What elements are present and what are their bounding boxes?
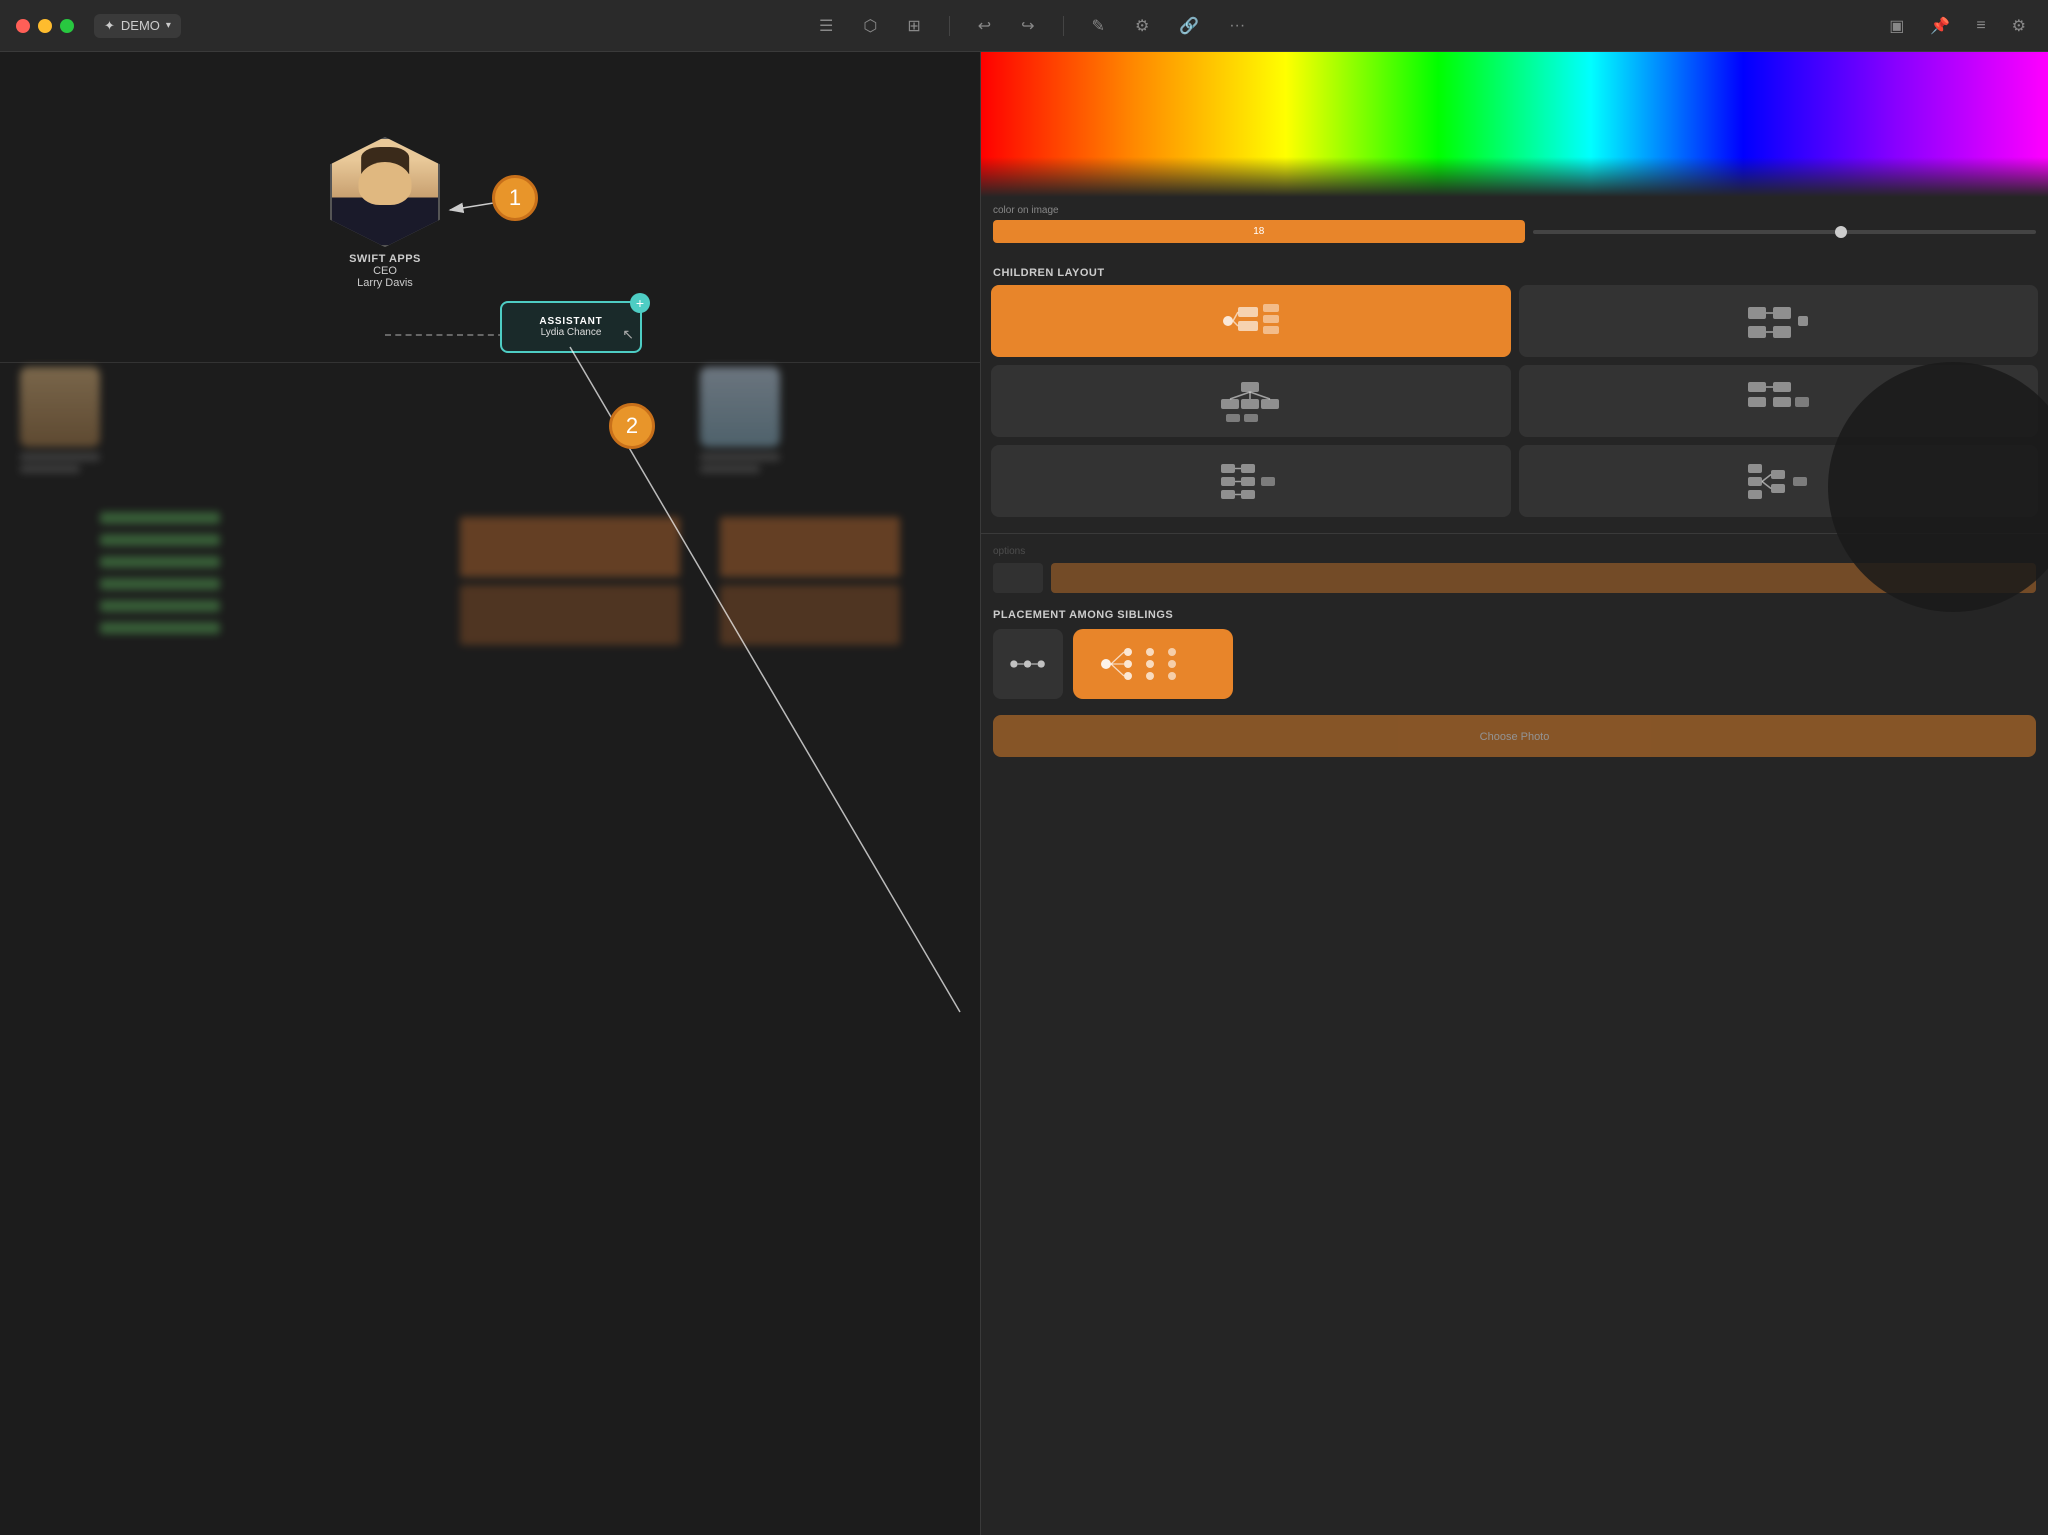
layout-3-icon (1216, 379, 1286, 424)
columns-icon[interactable]: ⊞ (901, 10, 926, 42)
placement-title: PLACEMENT AMONG SIBLINGS (993, 609, 2036, 621)
step-badge-2: 2 (609, 403, 655, 449)
edit-icon[interactable]: ✎ (1086, 10, 1111, 42)
list-icon[interactable]: ☰ (813, 10, 839, 42)
hierarchy-icon[interactable]: ⬡ (857, 10, 883, 42)
children-layout-title: CHILDREN LAYOUT (981, 259, 2048, 285)
ceo-portrait (332, 139, 438, 245)
rp-controls: color on image 18 (981, 197, 2048, 259)
undo-icon[interactable]: ↩ (972, 10, 997, 42)
sidebar-toggle-icon[interactable]: ▣ (1883, 10, 1910, 42)
cursor-icon: ↖ (622, 326, 634, 343)
layout-4-icon (1743, 379, 1813, 424)
rp-color-row: 18 (993, 220, 2036, 243)
bottom-orange-btn[interactable]: Choose Photo (993, 715, 2036, 757)
choose-photo-label: Choose Photo (1480, 731, 1550, 743)
layout-2-icon (1743, 299, 1813, 344)
assistant-node[interactable]: + ASSISTANT Lydia Chance ↖ (500, 301, 642, 353)
minimize-button[interactable] (38, 19, 52, 33)
blurred-bars-right (720, 517, 900, 645)
canvas-area[interactable]: SWIFT APPS CEO Larry Davis + ASSISTANT L… (0, 52, 980, 1535)
demo-label: DEMO (121, 18, 160, 33)
layout-6-icon (1743, 459, 1813, 504)
traffic-lights (0, 19, 90, 33)
separator (1063, 16, 1064, 36)
link-icon[interactable]: 🔗 (1173, 10, 1205, 42)
placement-options (993, 629, 2036, 699)
layout-option-5[interactable] (991, 445, 1511, 517)
blurred-node-2 (700, 367, 780, 473)
settings-icon[interactable]: ⚙ (2006, 10, 2032, 42)
chevron-down-icon: ▾ (166, 20, 171, 31)
titlebar-right: ▣ 📌 ≡ ⚙ (1883, 10, 2048, 42)
assistant-plus-icon[interactable]: + (630, 293, 650, 313)
right-panel: color on image 18 CHILDREN LAYOUT (980, 52, 2048, 1535)
placement-1-icon (1003, 639, 1053, 689)
titlebar: ✦ DEMO ▾ ☰ ⬡ ⊞ ↩ ↪ ✎ ⚙ 🔗 ··· ▣ 📌 ≡ ⚙ (0, 0, 2048, 52)
pin-icon[interactable]: 📌 (1924, 10, 1956, 42)
step-2-label: 2 (626, 413, 638, 439)
layout-option-1[interactable] (991, 285, 1511, 357)
ceo-company: SWIFT APPS (349, 253, 421, 265)
ceo-avatar (330, 137, 440, 247)
placement-option-1[interactable] (993, 629, 1063, 699)
canvas-divider (0, 362, 980, 363)
layout-5-icon (1216, 459, 1286, 504)
blurred-node-1 (20, 367, 100, 473)
list-view-icon[interactable]: ≡ (1970, 11, 1991, 41)
ceo-name: Larry Davis (349, 277, 421, 289)
connection-lines (0, 52, 980, 1535)
bottom-orange-section: Choose Photo (981, 707, 2048, 765)
close-button[interactable] (16, 19, 30, 33)
step-1-label: 1 (509, 185, 521, 211)
step-badge-1: 1 (492, 175, 538, 221)
spectrum-overlay (981, 157, 2048, 197)
placement-option-2[interactable] (1073, 629, 1233, 699)
rp-slider[interactable] (1533, 230, 2037, 234)
sliders-icon[interactable]: ⚙ (1129, 10, 1155, 42)
separator (949, 16, 950, 36)
more-icon[interactable]: ··· (1223, 11, 1251, 41)
blurred-bars-center (460, 517, 680, 645)
layout-option-2[interactable] (1519, 285, 2039, 357)
extra-opt-1[interactable] (993, 563, 1043, 593)
right-panel-scrollable[interactable]: color on image 18 CHILDREN LAYOUT (981, 197, 2048, 1535)
redo-icon[interactable]: ↪ (1015, 10, 1040, 42)
rp-value-btn[interactable]: 18 (993, 220, 1525, 243)
demo-dropdown[interactable]: ✦ DEMO ▾ (94, 14, 181, 38)
toolbar: ☰ ⬡ ⊞ ↩ ↪ ✎ ⚙ 🔗 ··· (181, 10, 1883, 42)
rp-label-color: color on image (993, 205, 2036, 216)
layout-option-3[interactable] (991, 365, 1511, 437)
demo-icon: ✦ (104, 18, 115, 34)
layout-1-icon (1216, 299, 1286, 344)
ceo-info: SWIFT APPS CEO Larry Davis (349, 253, 421, 289)
maximize-button[interactable] (60, 19, 74, 33)
placement-2-icon (1088, 639, 1218, 689)
ceo-node[interactable]: SWIFT APPS CEO Larry Davis (330, 137, 440, 289)
blurred-bars-left (100, 512, 220, 634)
assistant-label: ASSISTANT (539, 316, 602, 327)
rp-slider-thumb (1835, 226, 1847, 238)
color-spectrum[interactable] (981, 52, 2048, 197)
placement-section: PLACEMENT AMONG SIBLINGS (981, 601, 2048, 707)
ceo-title: CEO (349, 265, 421, 277)
assistant-name: Lydia Chance (541, 327, 602, 338)
